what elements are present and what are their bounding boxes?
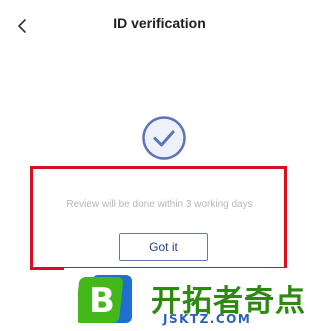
watermark-domain-text: JSKTZ.COM — [163, 312, 252, 326]
got-it-button[interactable]: Got it — [119, 233, 208, 261]
review-status-text: Review will be done within 3 working day… — [66, 199, 253, 210]
check-circle-icon — [141, 115, 187, 161]
watermark-logo-icon: B — [78, 275, 132, 323]
header-bar: ID verification — [0, 0, 319, 52]
watermark: B 开拓者奇点 JSKTZ.COM — [0, 268, 319, 331]
watermark-logo-letter: B — [89, 281, 115, 321]
page-title: ID verification — [113, 15, 206, 31]
